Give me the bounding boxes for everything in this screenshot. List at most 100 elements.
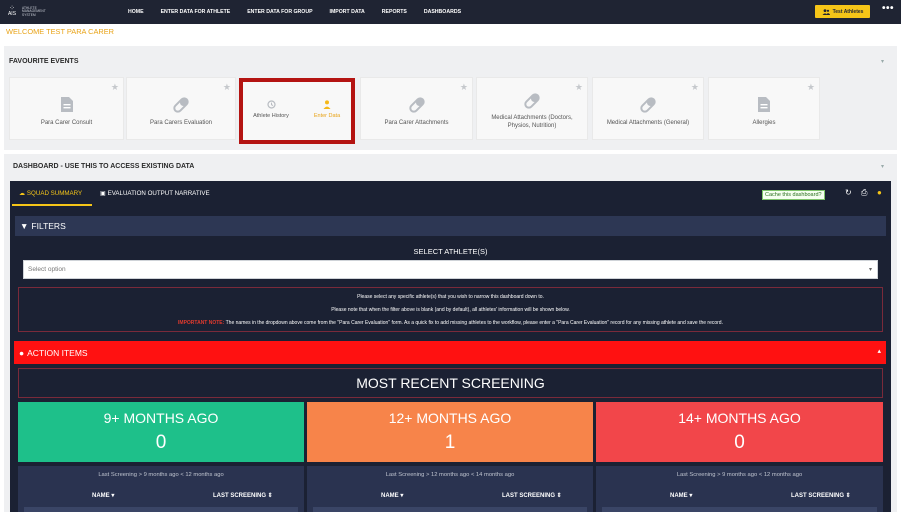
action-items-bar[interactable]: ● ACTION ITEMS ▴ [14, 341, 886, 364]
dashboard-header: DASHBOARD - USE THIS TO ACCESS EXISTING … [13, 163, 195, 170]
star-icon[interactable]: ★ [691, 82, 699, 93]
top-nav-bar: ⁘ AIS ATHLETE MANAGEMENT SYSTEM HOME ENT… [0, 0, 901, 24]
stat-title: 12+ MONTHS AGO [388, 410, 512, 426]
ais-logo-text: AIS [7, 11, 17, 17]
user-button[interactable]: Test Athletes [815, 5, 870, 18]
column-header-name[interactable]: NAME ▾ [670, 492, 692, 499]
important-note-text: The names in the dropdown above come fro… [225, 320, 723, 326]
ams-logo-text: ATHLETE MANAGEMENT SYSTEM [22, 5, 46, 17]
fav-card-label: Medical Attachments (General) [606, 120, 690, 126]
star-icon[interactable]: ★ [460, 82, 468, 93]
fav-card-athlete-history[interactable]: Athlete History [249, 96, 293, 119]
nav-enter-data-athlete[interactable]: ENTER DATA FOR ATHLETE [161, 9, 231, 15]
fav-card-label: Medical Attachments (Doctors, Physios, N… [491, 115, 573, 129]
fav-card-label: Enter Data [313, 113, 341, 119]
nav-enter-data-group[interactable]: ENTER DATA FOR GROUP [247, 9, 312, 15]
users-icon [822, 8, 830, 15]
history-icon [266, 100, 276, 109]
stat-value: 0 [155, 432, 167, 453]
action-items-label: ACTION ITEMS [27, 347, 88, 358]
athlete-select[interactable]: Select option ▾ [23, 260, 878, 279]
print-icon[interactable]: ⎙ [861, 188, 867, 198]
chevron-down-icon: ▾ [868, 267, 872, 273]
fav-card-medical-attachments-general[interactable]: ★ Medical Attachments (General) [592, 77, 704, 140]
favourite-events-header: FAVOURITE EVENTS [9, 58, 79, 65]
filter-icon: ▼ [20, 221, 29, 231]
screening-table-14-months: Last Screening > 9 months ago < 12 month… [596, 466, 883, 512]
cloud-icon: ☁ [19, 190, 26, 197]
stat-value: 0 [734, 432, 745, 453]
more-menu-icon[interactable]: ••• [882, 3, 894, 14]
fav-card-label: Athlete History [253, 113, 289, 119]
table-row [602, 507, 877, 512]
star-icon[interactable]: ★ [807, 82, 815, 93]
alert-icon: ● [19, 347, 25, 358]
notification-icon[interactable]: ● [877, 188, 882, 197]
pill-icon [524, 93, 540, 109]
stat-title: 14+ MONTHS AGO [678, 410, 801, 426]
nav-dashboards[interactable]: DASHBOARDS [424, 9, 461, 15]
tab-evaluation-output-narrative[interactable]: ▣ EVALUATION OUTPUT NARRATIVE [100, 190, 210, 197]
ais-logo[interactable]: ⁘ AIS ATHLETE MANAGEMENT SYSTEM [6, 5, 48, 19]
person-icon [323, 100, 331, 109]
column-header-name[interactable]: NAME ▾ [381, 492, 403, 499]
stat-9-months[interactable]: 9+ MONTHS AGO 0 [18, 402, 304, 462]
filters-label: FILTERS [31, 221, 66, 231]
column-header-last-screening[interactable]: LAST SCREENING ⇕ [791, 492, 851, 499]
fav-card-label: Para Carers Evaluation [149, 120, 213, 126]
refresh-icon[interactable]: ↻ [845, 188, 852, 197]
document-icon [758, 97, 770, 112]
column-header-last-screening[interactable]: LAST SCREENING ⇕ [502, 492, 562, 499]
note-line-1: Please select any specific athlete(s) th… [357, 294, 544, 300]
most-recent-screening-title: MOST RECENT SCREENING [18, 368, 883, 398]
nav-home[interactable]: HOME [128, 9, 144, 15]
welcome-text: WELCOME TEST PARA CARER [6, 27, 115, 36]
filter-note: Please select any specific athlete(s) th… [18, 287, 883, 332]
fav-card-allergies[interactable]: ★ Allergies [708, 77, 820, 140]
select-athletes-label: SELECT ATHLETE(S) [413, 247, 488, 256]
pill-icon [640, 97, 656, 113]
stat-value: 1 [444, 432, 456, 453]
chevron-up-icon: ▴ [877, 348, 881, 355]
fav-card-label: Allergies [752, 120, 776, 126]
fav-card-label: Para Carer Attachments [384, 120, 449, 126]
column-header-last-screening[interactable]: LAST SCREENING ⇕ [213, 492, 273, 499]
stat-14-months[interactable]: 14+ MONTHS AGO 0 [596, 402, 883, 462]
tab-label: EVALUATION OUTPUT NARRATIVE [107, 190, 210, 197]
pill-icon [173, 97, 189, 113]
column-header-name[interactable]: NAME ▾ [92, 492, 114, 499]
user-button-label: Test Athletes [832, 8, 864, 15]
nav-import-data[interactable]: IMPORT DATA [330, 9, 365, 15]
table-row [313, 507, 587, 512]
screening-table-9-months: Last Screening > 9 months ago < 12 month… [18, 466, 304, 512]
important-note-label: IMPORTANT NOTE: [178, 320, 225, 326]
stat-12-months[interactable]: 12+ MONTHS AGO 1 [307, 402, 593, 462]
fav-card-label: Para Carer Consult [40, 120, 93, 126]
stat-title: 9+ MONTHS AGO [103, 410, 219, 426]
table-caption: Last Screening > 9 months ago < 12 month… [98, 472, 224, 478]
tab-squad-summary[interactable]: ☁ SQUAD SUMMARY [19, 190, 82, 197]
select-placeholder: Select option [28, 266, 66, 273]
id-card-icon: ▣ [100, 190, 106, 197]
fav-card-para-carer-consult[interactable]: ★ Para Carer Consult [9, 77, 124, 140]
fav-card-enter-data[interactable]: Enter Data [305, 96, 349, 119]
screening-table-12-months: Last Screening > 12 months ago < 14 mont… [307, 466, 593, 512]
tab-label: SQUAD SUMMARY [26, 190, 83, 197]
table-caption: Last Screening > 12 months ago < 14 mont… [385, 472, 515, 478]
star-icon[interactable]: ★ [575, 82, 583, 93]
fav-card-para-carer-attachments[interactable]: ★ Para Carer Attachments [360, 77, 473, 140]
note-line-2: Please note that when the filter above i… [331, 307, 570, 313]
active-tab-indicator [12, 204, 92, 206]
note-line-3: IMPORTANT NOTE: The names in the dropdow… [19, 320, 882, 326]
nav-reports[interactable]: REPORTS [382, 9, 407, 15]
filters-bar[interactable]: ▼ FILTERS [15, 216, 886, 236]
collapse-favourites-icon[interactable]: ▾ [881, 58, 884, 65]
fav-card-para-carers-evaluation[interactable]: ★ Para Carers Evaluation [126, 77, 236, 140]
collapse-dashboard-icon[interactable]: ▾ [881, 163, 884, 170]
cache-dashboard-button[interactable]: Cache this dashboard? [762, 190, 825, 200]
document-icon [60, 97, 73, 112]
star-icon[interactable]: ★ [223, 82, 231, 93]
star-icon[interactable]: ★ [111, 82, 119, 93]
table-row [24, 507, 298, 512]
fav-card-medical-attachments-doctors[interactable]: ★ Medical Attachments (Doctors, Physios,… [476, 77, 588, 140]
